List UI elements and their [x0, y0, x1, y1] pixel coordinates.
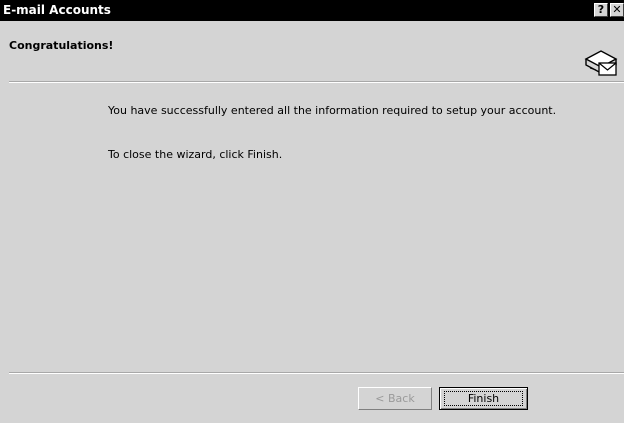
envelope-icon: [584, 50, 618, 76]
close-button[interactable]: ✕: [610, 3, 624, 17]
close-instructions: To close the wizard, click Finish.: [108, 148, 283, 161]
title-bar[interactable]: E-mail Accounts ? ✕: [0, 0, 624, 21]
finish-button-label: Finish: [467, 392, 500, 405]
success-message: You have successfully entered all the in…: [108, 104, 557, 117]
window-title: E-mail Accounts: [3, 3, 111, 17]
page-title: Congratulations!: [9, 39, 114, 52]
email-accounts-window: E-mail Accounts ? ✕ Congratulations! You…: [0, 0, 624, 423]
footer-divider: [9, 372, 624, 374]
help-button[interactable]: ?: [594, 3, 608, 17]
back-button[interactable]: < Back: [358, 387, 432, 410]
header-divider: [9, 81, 624, 83]
wizard-header: Congratulations!: [0, 21, 624, 83]
finish-button[interactable]: Finish: [439, 387, 528, 410]
